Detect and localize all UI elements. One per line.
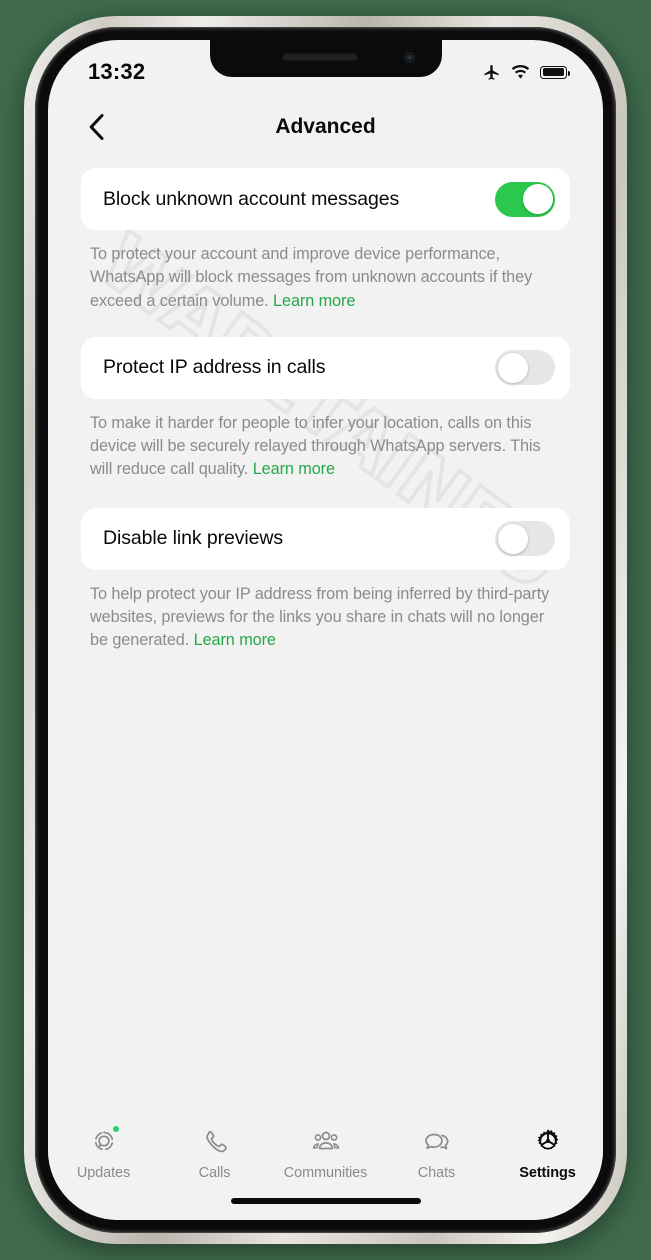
tab-label-settings: Settings xyxy=(519,1165,576,1181)
tab-label-communities: Communities xyxy=(283,1165,368,1181)
toggle-knob xyxy=(497,352,528,383)
updates-badge-dot xyxy=(110,1124,121,1134)
setting-description: To help protect your IP address from bei… xyxy=(90,583,561,653)
wifi-icon xyxy=(511,64,530,79)
settings-list: Block unknown account messages To protec… xyxy=(48,158,603,653)
learn-more-link[interactable]: Learn more xyxy=(253,460,335,478)
toggle-knob xyxy=(497,523,528,554)
tab-label-chats: Chats xyxy=(417,1165,456,1181)
front-camera xyxy=(403,52,415,63)
setting-row-protect-ip[interactable]: Protect IP address in calls xyxy=(81,336,570,399)
setting-description: To protect your account and improve devi… xyxy=(90,243,561,313)
setting-description: To make it harder for people to infer yo… xyxy=(90,412,561,482)
setting-label: Protect IP address in calls xyxy=(103,356,326,379)
chevron-left-icon xyxy=(89,114,103,140)
page-title: Advanced xyxy=(275,115,376,138)
description-text: To help protect your IP address from bei… xyxy=(90,584,550,650)
setting-label: Block unknown account messages xyxy=(103,187,400,210)
chat-bubbles-icon xyxy=(420,1124,454,1158)
learn-more-link[interactable]: Learn more xyxy=(273,292,355,310)
tab-updates[interactable]: Updates xyxy=(48,1124,159,1181)
setting-group: Block unknown account messages To protec… xyxy=(48,168,603,313)
toggle-protect-ip[interactable] xyxy=(495,350,555,386)
tab-label-calls: Calls xyxy=(198,1165,231,1181)
toggle-disable-previews[interactable] xyxy=(495,521,555,557)
phone-frame: 13:32 Advanced WABETAINFO Block unknown … xyxy=(24,16,627,1244)
home-indicator[interactable] xyxy=(230,1198,421,1204)
phone-bezel: 13:32 Advanced WABETAINFO Block unknown … xyxy=(35,27,616,1233)
gear-icon xyxy=(532,1124,564,1158)
status-icons xyxy=(482,55,570,82)
setting-group: Disable link previews To help protect yo… xyxy=(48,507,603,653)
toggle-block-unknown[interactable] xyxy=(495,181,555,217)
battery-icon xyxy=(540,65,570,79)
setting-label: Disable link previews xyxy=(103,527,283,550)
notch xyxy=(209,40,442,77)
learn-more-link[interactable]: Learn more xyxy=(194,631,276,649)
phone-icon xyxy=(199,1124,231,1158)
tab-label-updates: Updates xyxy=(76,1165,131,1181)
status-time: 13:32 xyxy=(88,59,146,84)
nav-bar: Advanced xyxy=(48,96,603,158)
tab-calls[interactable]: Calls xyxy=(159,1124,270,1181)
setting-group: Protect IP address in calls To make it h… xyxy=(48,336,603,482)
communities-icon xyxy=(309,1124,343,1158)
setting-row-disable-previews[interactable]: Disable link previews xyxy=(81,507,570,570)
airplane-mode-icon xyxy=(484,64,499,80)
setting-row-block-unknown[interactable]: Block unknown account messages xyxy=(81,168,570,230)
status-updates-icon xyxy=(88,1124,121,1158)
phone-screen: 13:32 Advanced WABETAINFO Block unknown … xyxy=(48,40,603,1220)
tab-settings[interactable]: Settings xyxy=(492,1124,603,1181)
tab-communities[interactable]: Communities xyxy=(270,1124,381,1181)
back-button[interactable] xyxy=(78,109,114,145)
battery-fill xyxy=(542,68,564,76)
earpiece-speaker xyxy=(281,53,358,61)
tab-chats[interactable]: Chats xyxy=(381,1124,492,1181)
toggle-knob xyxy=(522,184,553,214)
